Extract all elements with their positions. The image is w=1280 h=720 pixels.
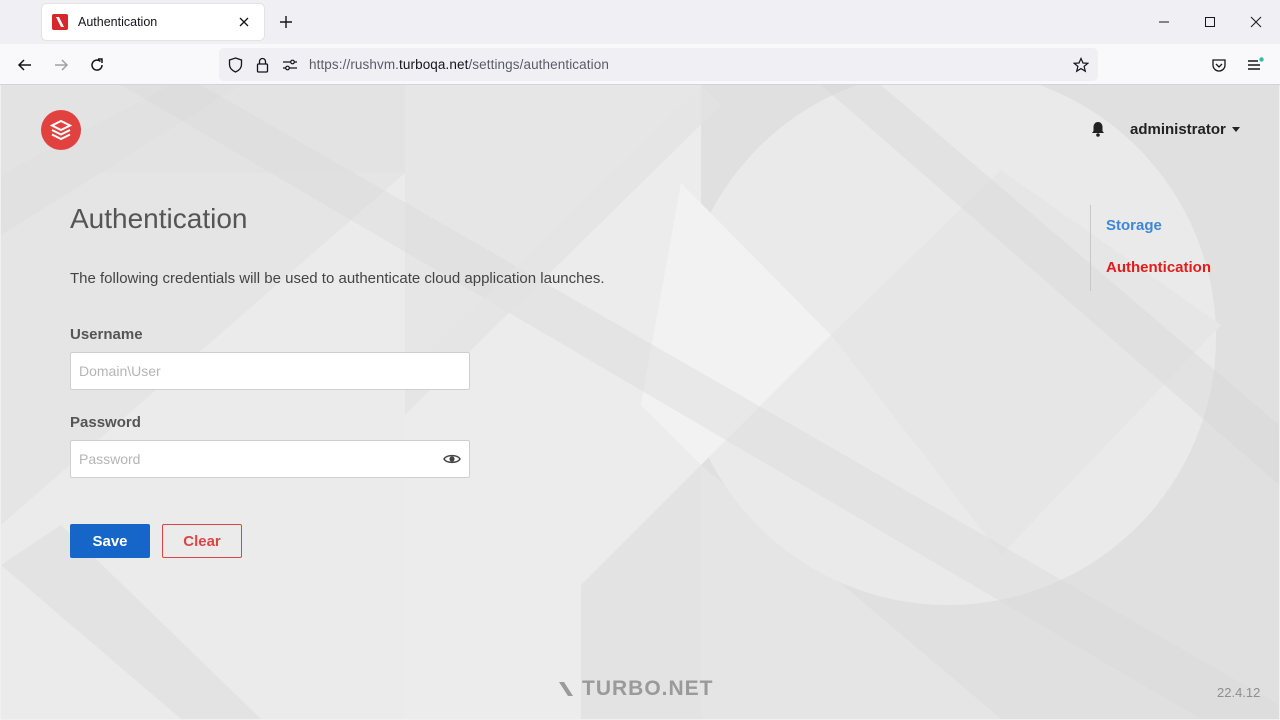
lock-icon[interactable] [254, 56, 271, 73]
browser-tab-bar: Authentication [0, 0, 1280, 44]
footer-brand: TURBO.NET [558, 677, 714, 701]
url-bar[interactable]: https://rushvm.turboqa.net/settings/auth… [219, 48, 1098, 81]
version-label: 22.4.12 [1217, 685, 1261, 700]
settings-side-nav: Storage Authentication [1090, 205, 1211, 291]
tab-close-icon[interactable] [234, 12, 254, 32]
page-description: The following credentials will be used t… [70, 270, 605, 287]
side-nav-item-authentication[interactable]: Authentication [1106, 259, 1211, 276]
turbo-logo-icon[interactable] [41, 110, 81, 150]
notifications-bell-icon[interactable] [1089, 120, 1107, 138]
tab-title: Authentication [78, 15, 158, 29]
site-permissions-icon[interactable] [281, 56, 298, 73]
forward-icon[interactable] [46, 50, 76, 80]
password-label: Password [70, 414, 141, 431]
url-prefix: https://rushvm. [309, 57, 400, 72]
username-label: Username [70, 326, 143, 343]
url-path: /settings/authentication [468, 57, 609, 72]
save-button[interactable]: Save [70, 524, 150, 558]
footer-brand-text: TURBO.NET [582, 677, 714, 700]
page-title: Authentication [70, 203, 248, 234]
browser-nav-bar: https://rushvm.turboqa.net/settings/auth… [0, 44, 1280, 85]
password-field-wrapper [70, 440, 470, 478]
settings-page: administrator Storage Authentication Aut… [1, 85, 1279, 719]
pocket-icon[interactable] [1204, 50, 1234, 80]
turbo-mark-icon [559, 682, 573, 696]
side-nav-item-storage[interactable]: Storage [1106, 217, 1211, 234]
maximize-icon[interactable] [1196, 8, 1224, 36]
reload-icon[interactable] [82, 50, 112, 80]
username-input[interactable] [71, 353, 469, 389]
minimize-icon[interactable] [1150, 8, 1178, 36]
url-host: turboqa.net [399, 57, 469, 72]
app-menu-icon[interactable] [1240, 50, 1270, 80]
bookmark-star-icon[interactable] [1072, 56, 1089, 73]
shield-icon[interactable] [227, 56, 244, 73]
window-close-icon[interactable] [1242, 8, 1270, 36]
show-password-eye-icon[interactable] [443, 452, 461, 466]
background-pattern [1, 85, 1279, 719]
username-field-wrapper [70, 352, 470, 390]
password-input[interactable] [71, 441, 469, 477]
turbo-favicon-icon [52, 14, 68, 30]
back-icon[interactable] [10, 50, 40, 80]
url-text[interactable]: https://rushvm.turboqa.net/settings/auth… [309, 57, 609, 72]
user-menu[interactable]: administrator [1130, 121, 1240, 138]
new-tab-icon[interactable] [274, 10, 298, 34]
user-name: administrator [1130, 121, 1226, 138]
chevron-down-icon [1231, 127, 1240, 132]
browser-tab-authentication[interactable]: Authentication [42, 4, 264, 40]
clear-button[interactable]: Clear [162, 524, 242, 558]
